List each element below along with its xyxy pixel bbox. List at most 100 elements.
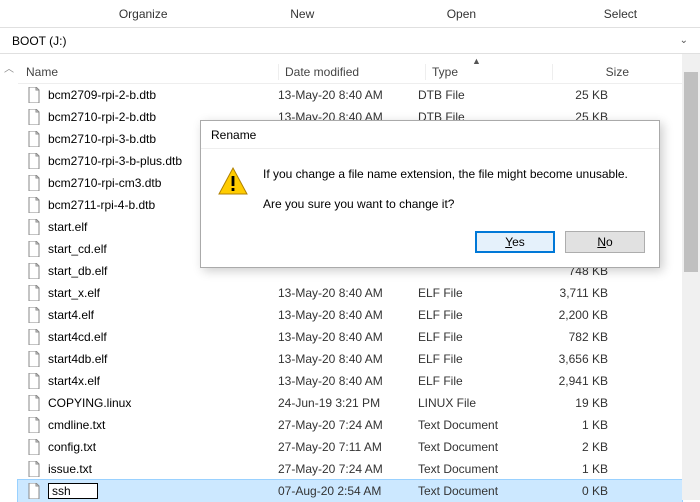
cell-type: ELF File (418, 308, 538, 322)
header-date-label: Date modified (285, 65, 359, 79)
ribbon-tab-select[interactable]: Select (541, 0, 700, 27)
cell-size: 19 KB (538, 396, 628, 410)
ribbon-tab-open[interactable]: Open (382, 0, 541, 27)
file-icon (26, 351, 42, 367)
cell-size: 3,711 KB (538, 286, 628, 300)
file-icon (26, 87, 42, 103)
cell-date: 07-Aug-20 2:54 AM (278, 484, 418, 498)
warning-icon (217, 165, 249, 197)
cell-type: Text Document (418, 462, 538, 476)
scrollbar[interactable] (682, 54, 700, 500)
cell-name-text: bcm2709-rpi-2-b.dtb (48, 88, 156, 102)
cell-size: 2 KB (538, 440, 628, 454)
cell-name-text: bcm2710-rpi-2-b.dtb (48, 110, 156, 124)
table-row[interactable]: bcm2709-rpi-2-b.dtb 13-May-20 8:40 AMDTB … (18, 84, 682, 106)
breadcrumb[interactable]: BOOT (J:) (8, 34, 66, 48)
header-date[interactable]: Date modified (285, 65, 425, 79)
ribbon-tab-organize[interactable]: Organize (64, 0, 223, 27)
dialog-line1: If you change a file name extension, the… (263, 165, 628, 183)
cell-name-text: start_db.elf (48, 264, 107, 278)
cell-name-text: bcm2710-rpi-cm3.dtb (48, 176, 161, 190)
nav-pane-gutter: ︿ (0, 54, 18, 500)
cell-date: 27-May-20 7:24 AM (278, 462, 418, 476)
file-icon (26, 439, 42, 455)
table-row[interactable]: start_x.elf 13-May-20 8:40 AMELF File3,71… (18, 282, 682, 304)
header-type[interactable]: ▲ Type (432, 65, 552, 79)
cell-type: ELF File (418, 330, 538, 344)
dialog-title: Rename (201, 121, 659, 149)
header-size[interactable]: Size (559, 65, 649, 79)
cell-size: 25 KB (538, 88, 628, 102)
cell-date: 27-May-20 7:24 AM (278, 418, 418, 432)
table-row-renaming[interactable]: ssh 07-Aug-20 2:54 AM Text Document 0 KB (18, 480, 682, 502)
cell-type: LINUX File (418, 396, 538, 410)
file-icon (26, 219, 42, 235)
cell-type: Text Document (418, 418, 538, 432)
chevron-down-icon[interactable]: ⌄ (680, 35, 688, 46)
rename-dialog: Rename If you change a file name extensi… (200, 120, 660, 268)
file-icon (26, 263, 42, 279)
breadcrumb-bar: BOOT (J:) ⌄ (0, 28, 700, 54)
table-row[interactable]: start4x.elf13-May-20 8:40 AMELF File2,94… (18, 370, 682, 392)
header-type-label: Type (432, 65, 458, 79)
ribbon-tab-new[interactable]: New (223, 0, 382, 27)
file-icon (26, 329, 42, 345)
table-row[interactable]: start4db.elf13-May-20 8:40 AMELF File3,6… (18, 348, 682, 370)
file-icon (26, 483, 42, 499)
cell-name-text: bcm2710-rpi-3-b.dtb (48, 132, 156, 146)
cell-date: 13-May-20 8:40 AM (278, 308, 418, 322)
cell-type: ELF File (418, 352, 538, 366)
file-icon (26, 417, 42, 433)
table-row[interactable]: COPYING.linux24-Jun-19 3:21 PMLINUX File… (18, 392, 682, 414)
header-size-label: Size (606, 65, 629, 79)
cell-type: Text Document (418, 484, 538, 498)
file-icon (26, 197, 42, 213)
header-name-label: Name (26, 65, 58, 79)
cell-type: ELF File (418, 374, 538, 388)
file-icon (26, 241, 42, 257)
cell-name-text: start4x.elf (48, 374, 100, 388)
cell-size: 782 KB (538, 330, 628, 344)
cell-name-text: cmdline.txt (48, 418, 105, 432)
cell-size: 2,200 KB (538, 308, 628, 322)
cell-name-text: start_x.elf (48, 286, 100, 300)
file-icon (26, 153, 42, 169)
cell-date: 13-May-20 8:40 AM (278, 286, 418, 300)
cell-type: DTB File (418, 88, 538, 102)
rename-input[interactable]: ssh (48, 483, 98, 499)
cell-size: 0 KB (538, 484, 628, 498)
file-icon (26, 461, 42, 477)
table-row[interactable]: config.txt27-May-20 7:11 AMText Document… (18, 436, 682, 458)
file-icon (26, 285, 42, 301)
yes-button[interactable]: Yes (475, 231, 555, 253)
ribbon-tabs: Organize New Open Select (0, 0, 700, 28)
table-row[interactable]: start4cd.elf 13-May-20 8:40 AMELF File782… (18, 326, 682, 348)
cell-name-text: start4.elf (48, 308, 94, 322)
table-row[interactable]: issue.txt 27-May-20 7:24 AMText Document1… (18, 458, 682, 480)
cell-size: 1 KB (538, 418, 628, 432)
cell-date: 13-May-20 8:40 AM (278, 330, 418, 344)
file-icon (26, 307, 42, 323)
dialog-line2: Are you sure you want to change it? (263, 195, 628, 213)
cell-name-text: start4cd.elf (48, 330, 107, 344)
cell-name-text: issue.txt (48, 462, 92, 476)
cell-name-text: bcm2711-rpi-4-b.dtb (48, 198, 155, 212)
cell-name-text: COPYING.linux (48, 396, 131, 410)
file-icon (26, 395, 42, 411)
cell-date: 13-May-20 8:40 AM (278, 88, 418, 102)
cell-name-text: start4db.elf (48, 352, 107, 366)
cell-type: ELF File (418, 286, 538, 300)
table-row[interactable]: start4.elf 13-May-20 8:40 AMELF File2,200… (18, 304, 682, 326)
sort-asc-icon: ▲ (472, 56, 481, 66)
cell-name-text: bcm2710-rpi-3-b-plus.dtb (48, 154, 182, 168)
dialog-buttons: Yes No (201, 221, 659, 267)
cell-date: 13-May-20 8:40 AM (278, 374, 418, 388)
table-row[interactable]: cmdline.txt 27-May-20 7:24 AMText Documen… (18, 414, 682, 436)
file-icon (26, 175, 42, 191)
scroll-up-icon[interactable]: ︿ (4, 60, 14, 75)
scrollbar-thumb[interactable] (684, 72, 698, 272)
ribbon-tab-blank[interactable] (0, 0, 64, 27)
cell-size: 1 KB (538, 462, 628, 476)
no-button[interactable]: No (565, 231, 645, 253)
header-name[interactable]: Name (18, 65, 278, 79)
